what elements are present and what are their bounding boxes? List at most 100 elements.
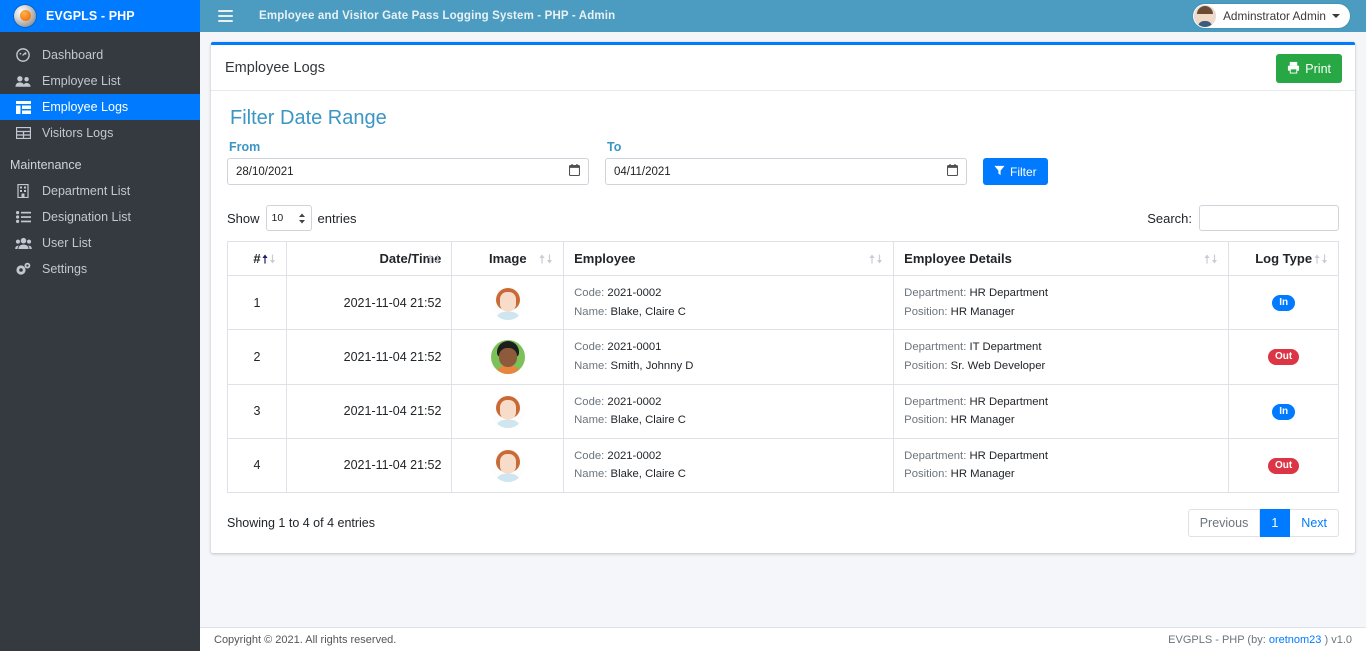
column-header-image[interactable]: Image: [451, 241, 565, 276]
print-button[interactable]: Print: [1276, 54, 1342, 83]
table-row[interactable]: 2 2021-11-04 21:52 Code: 2021-0001 Name:…: [227, 329, 1339, 385]
hamburger-icon[interactable]: [218, 10, 233, 22]
column-header-employee[interactable]: Employee: [563, 241, 895, 276]
department-value: IT Department: [969, 341, 1042, 354]
copyright-text: Copyright © 2021. All rights reserved.: [214, 633, 397, 646]
user-menu-button[interactable]: Adminstrator Admin: [1193, 4, 1350, 28]
row-index: 1: [227, 274, 287, 331]
row-image: [451, 437, 565, 494]
sort-icon: [1203, 252, 1219, 267]
male-avatar-icon: [490, 339, 525, 374]
column-header-index[interactable]: #: [227, 241, 287, 276]
sidebar-item-label: Employee Logs: [42, 100, 129, 114]
card-header: Employee Logs Print: [211, 45, 1355, 91]
position-value: HR Manager: [950, 305, 1015, 318]
sidebar-item-department-list[interactable]: Department List: [0, 178, 200, 204]
sidebar-item-designation-list[interactable]: Designation List: [0, 204, 200, 230]
caret-down-icon: [1332, 14, 1340, 18]
position-value: HR Manager: [950, 468, 1015, 481]
sidebar-item-visitors-logs[interactable]: Visitors Logs: [0, 120, 200, 146]
position-label: Position:: [904, 359, 948, 372]
sidebar-item-employee-list[interactable]: Employee List: [0, 68, 200, 94]
row-employee: Code: 2021-0002 Name: Blake, Claire C: [563, 383, 895, 439]
brand-title: EVGPLS - PHP: [46, 9, 135, 23]
department-value: HR Department: [969, 287, 1048, 299]
pagination-previous[interactable]: Previous: [1187, 509, 1261, 537]
from-field-group: From 28/10/2021: [227, 140, 589, 185]
to-date-value: 04/11/2021: [614, 165, 671, 178]
pagination: Previous 1 Next: [1187, 509, 1339, 537]
sort-icon: [1313, 252, 1329, 267]
users-icon: [14, 74, 32, 88]
code-value: 2021-0002: [607, 287, 662, 299]
row-image: [451, 383, 565, 439]
from-date-input[interactable]: 28/10/2021: [227, 158, 589, 185]
position-label: Position:: [904, 414, 948, 427]
sidebar-item-user-list[interactable]: User List: [0, 230, 200, 256]
row-log-type: Out: [1228, 329, 1339, 385]
status-badge: In: [1272, 295, 1296, 312]
name-value: Smith, Johnny D: [610, 359, 694, 372]
sidebar-item-label: Dashboard: [42, 48, 104, 62]
sort-icon-asc-active: [261, 252, 277, 267]
printer-icon: [1287, 61, 1300, 77]
datatable-search-control: Search:: [1147, 205, 1339, 231]
employee-logs-table: # Date/Time Image Employee Employee Deta…: [227, 241, 1339, 494]
code-value: 2021-0002: [607, 449, 662, 462]
row-employee: Code: 2021-0001 Name: Smith, Johnny D: [563, 329, 895, 385]
datatable-controls: Show 10 entries Search:: [227, 205, 1339, 231]
status-badge: In: [1272, 403, 1296, 420]
to-date-input[interactable]: 04/11/2021: [605, 158, 967, 185]
entries-length-select[interactable]: 10: [265, 205, 312, 231]
row-log-type: In: [1228, 274, 1339, 331]
row-employee-details: Department: IT Department Position: Sr. …: [893, 329, 1230, 385]
name-label: Name:: [574, 359, 608, 372]
filter-button-label: Filter: [1010, 164, 1037, 179]
table-header-row: # Date/Time Image Employee Employee Deta…: [227, 241, 1339, 276]
sidebar-item-label: Designation List: [42, 210, 131, 224]
row-employee-details: Department: HR Department Position: HR M…: [893, 274, 1230, 331]
calendar-icon[interactable]: [568, 164, 581, 179]
author-link[interactable]: oretnom23: [1269, 634, 1322, 646]
code-label: Code:: [574, 449, 605, 462]
row-employee-details: Department: HR Department Position: HR M…: [893, 437, 1230, 494]
column-header-datetime[interactable]: Date/Time: [285, 241, 453, 276]
row-log-type: In: [1228, 383, 1339, 439]
code-label: Code:: [574, 341, 605, 354]
user-name-label: Adminstrator Admin: [1223, 9, 1326, 23]
pagination-page-1[interactable]: 1: [1260, 509, 1291, 537]
table-row[interactable]: 1 2021-11-04 21:52 Code: 2021-0002 Name:…: [227, 274, 1339, 331]
from-date-value: 28/10/2021: [236, 165, 294, 178]
name-label: Name:: [574, 468, 608, 481]
datatable-length-control: Show 10 entries: [227, 205, 357, 231]
row-image: [451, 329, 565, 385]
column-header-employee-details[interactable]: Employee Details: [893, 241, 1230, 276]
card-body: Filter Date Range From 28/10/2021 To 04/…: [211, 91, 1355, 553]
search-label: Search:: [1147, 210, 1192, 226]
code-label: Code:: [574, 395, 605, 408]
globe-logo-icon: [14, 5, 36, 27]
name-value: Blake, Claire C: [610, 414, 686, 427]
page-title: Employee Logs: [225, 59, 325, 76]
sidebar-item-settings[interactable]: Settings: [0, 256, 200, 282]
tachometer-icon: [14, 48, 32, 62]
table-row[interactable]: 3 2021-11-04 21:52 Code: 2021-0002 Name:…: [227, 383, 1339, 439]
table-row[interactable]: 4 2021-11-04 21:52 Code: 2021-0002 Name:…: [227, 437, 1339, 494]
sidebar-item-employee-logs[interactable]: Employee Logs: [0, 94, 200, 120]
filter-button[interactable]: Filter: [983, 158, 1048, 185]
spinner-arrows-icon: [298, 213, 306, 224]
column-label: #: [253, 251, 261, 266]
row-index: 3: [227, 383, 287, 439]
calendar-icon[interactable]: [946, 164, 959, 179]
column-header-log-type[interactable]: Log Type: [1228, 241, 1339, 276]
column-label: Log Type: [1255, 251, 1313, 266]
pagination-next[interactable]: Next: [1290, 509, 1339, 537]
version-suffix: ) v1.0: [1321, 633, 1352, 646]
brand-logo-link[interactable]: EVGPLS - PHP: [0, 0, 200, 32]
sidebar-item-dashboard[interactable]: Dashboard: [0, 42, 200, 68]
sidebar: EVGPLS - PHP Dashboard Employee List Emp…: [0, 0, 200, 651]
funnel-icon: [994, 165, 1005, 179]
row-log-type: Out: [1228, 437, 1339, 494]
search-input[interactable]: [1199, 205, 1339, 231]
user-avatar-icon: [1194, 5, 1217, 27]
